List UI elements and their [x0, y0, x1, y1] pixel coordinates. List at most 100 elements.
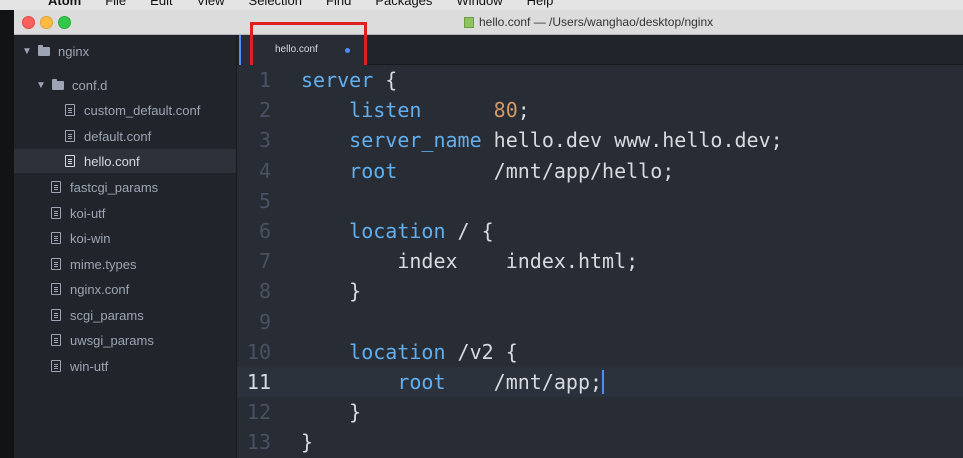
tree-file-fastcgi-params[interactable]: fastcgi_params	[51, 175, 158, 199]
code-keyword: server	[301, 68, 374, 92]
code-text: server {	[301, 65, 397, 95]
file-text-icon	[51, 360, 61, 372]
file-text-icon	[51, 258, 61, 270]
code-text: }	[301, 427, 313, 457]
macos-menu-bar: Atom File Edit View Selection Find Packa…	[0, 0, 963, 10]
tree-folder-label: conf.d	[72, 77, 108, 93]
code-line[interactable]: 5	[237, 186, 963, 216]
code-line[interactable]: 4 root /mnt/app/hello;	[237, 156, 963, 186]
tree-file-win-utf[interactable]: win-utf	[51, 354, 108, 378]
code-token: hello.dev www.hello.dev;	[481, 128, 783, 152]
tree-file-custom-default-conf[interactable]: custom_default.conf	[65, 98, 200, 122]
line-number: 3	[258, 128, 271, 152]
code-token: }	[301, 279, 362, 303]
menu-selection[interactable]: Selection	[249, 0, 302, 8]
tree-file-scgi-params[interactable]: scgi_params	[51, 303, 144, 327]
window-title: hello.conf — /Users/wanghao/desktop/ngin…	[464, 15, 713, 29]
code-text: }	[301, 397, 361, 427]
line-number: 2	[258, 98, 271, 122]
code-line[interactable]: 1 server {	[237, 65, 963, 95]
close-window-button[interactable]	[22, 16, 35, 29]
maximize-window-button[interactable]	[58, 16, 71, 29]
code-token: {	[373, 68, 398, 92]
tree-file-koi-win[interactable]: koi-win	[51, 226, 110, 250]
text-editor[interactable]: 1 server {2 listen 80; 3 server_name hello…	[237, 65, 963, 458]
line-number: 5	[258, 189, 271, 213]
menu-view[interactable]: View	[197, 0, 225, 8]
menu-file[interactable]: File	[105, 0, 126, 8]
code-token: /mnt/app/hello;	[397, 159, 675, 183]
code-line[interactable]: 6 location / {	[237, 216, 963, 246]
code-keyword: listen	[349, 98, 422, 122]
tree-file-label: hello.conf	[84, 153, 140, 169]
code-text: }	[301, 276, 361, 306]
code-line[interactable]: 9	[237, 307, 963, 337]
file-text-icon	[65, 130, 75, 142]
code-keyword: location	[349, 340, 446, 364]
code-line[interactable]: 11 root /mnt/app;	[237, 367, 963, 397]
code-text: root /mnt/app/hello;	[301, 156, 674, 186]
tree-file-koi-utf[interactable]: koi-utf	[51, 201, 105, 225]
code-line[interactable]: 8 }	[237, 276, 963, 306]
tree-file-mime-types[interactable]: mime.types	[51, 252, 136, 276]
folder-icon	[38, 44, 50, 56]
line-number: 10	[246, 340, 271, 364]
menu-app-name[interactable]: Atom	[48, 0, 81, 8]
menu-packages[interactable]: Packages	[375, 0, 432, 8]
tree-file-label: koi-win	[70, 230, 111, 246]
tree-file-default-conf[interactable]: default.conf	[65, 124, 151, 148]
window-title-bar: hello.conf — /Users/wanghao/desktop/ngin…	[14, 10, 963, 35]
code-line[interactable]: 7 index index.html;	[237, 246, 963, 276]
code-token: }	[301, 430, 314, 454]
code-token: / {	[445, 219, 494, 243]
file-text-icon	[65, 104, 75, 116]
code-text: location / {	[301, 216, 494, 246]
code-line[interactable]: 2 listen 80;	[237, 95, 963, 125]
chevron-down-icon: ▼	[22, 45, 32, 57]
code-line[interactable]: 3 server_name hello.dev www.hello.dev;	[237, 125, 963, 155]
tree-file-label: fastcgi_params	[70, 179, 159, 195]
file-text-icon	[51, 207, 61, 219]
tree-folder-nginx[interactable]: ▼ nginx	[22, 39, 89, 63]
file-text-icon	[51, 283, 61, 295]
code-token: }	[301, 400, 362, 424]
text-cursor	[602, 370, 605, 394]
window-title-text: hello.conf — /Users/wanghao/desktop/ngin…	[479, 15, 714, 29]
menu-help[interactable]: Help	[527, 0, 554, 8]
code-line[interactable]: 10 location /v2 {	[237, 337, 963, 367]
code-text: location /v2 {	[301, 337, 518, 367]
tree-file-uwsgi-params[interactable]: uwsgi_params	[51, 328, 154, 352]
tree-view: ▼ nginx ▼ conf.d custom_default.conf def…	[14, 35, 237, 458]
menu-edit[interactable]: Edit	[150, 0, 172, 8]
minimize-window-button[interactable]	[40, 16, 53, 29]
code-line[interactable]: 13}	[237, 427, 963, 457]
tree-file-label: default.conf	[84, 128, 152, 144]
tree-folder-conf-d[interactable]: ▼ conf.d	[36, 73, 107, 97]
code-token: /mnt/app;	[445, 370, 603, 394]
line-number: 8	[258, 279, 271, 303]
file-icon	[464, 16, 474, 28]
tree-file-label: nginx.conf	[70, 281, 130, 297]
tree-folder-label: nginx	[58, 43, 90, 59]
folder-icon	[52, 78, 64, 90]
file-text-icon	[51, 334, 61, 346]
tree-file-hello-conf[interactable]: hello.conf	[65, 149, 140, 173]
menu-find[interactable]: Find	[326, 0, 351, 8]
line-number: 13	[246, 430, 271, 454]
file-text-icon	[65, 155, 75, 167]
line-number: 1	[258, 68, 271, 92]
code-line[interactable]: 12 }	[237, 397, 963, 427]
line-number: 4	[258, 159, 271, 183]
file-text-icon	[51, 309, 61, 321]
line-number: 7	[258, 249, 271, 273]
tree-file-nginx-conf[interactable]: nginx.conf	[51, 277, 129, 301]
menu-window[interactable]: Window	[456, 0, 502, 8]
file-text-icon	[51, 181, 61, 193]
code-keyword: root	[349, 159, 398, 183]
line-number: 12	[246, 400, 271, 424]
